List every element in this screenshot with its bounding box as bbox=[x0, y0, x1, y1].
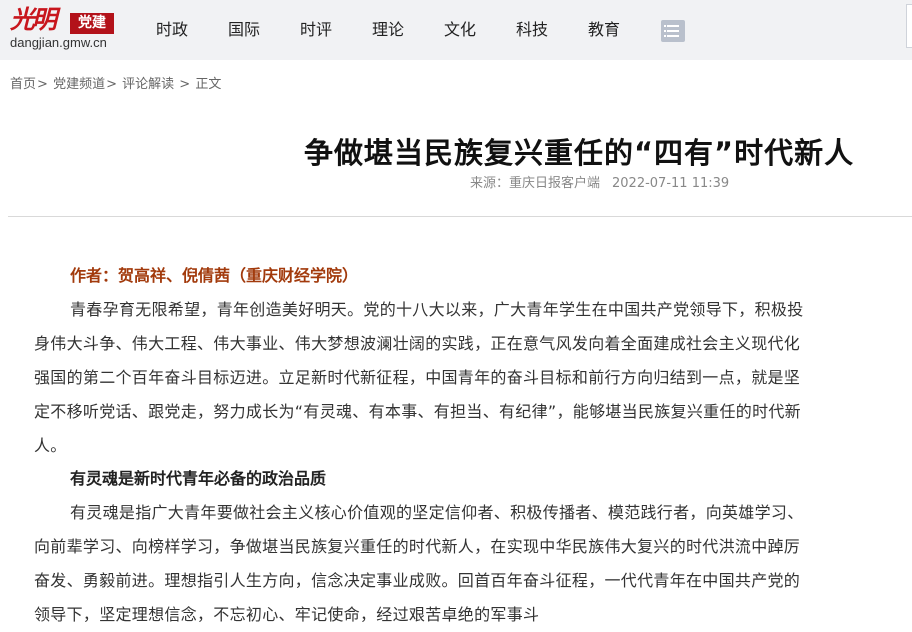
article-datetime: 2022-07-11 11:39 bbox=[612, 176, 730, 191]
breadcrumb-separator: > bbox=[179, 77, 191, 92]
article-title: 争做堪当民族复兴重任的“四有”时代新人 bbox=[304, 136, 855, 171]
nav-item-education[interactable]: 教育 bbox=[588, 20, 620, 40]
breadcrumb-current: 正文 bbox=[195, 77, 222, 92]
article-paragraph: 有灵魂是指广大青年要做社会主义核心价值观的坚定信仰者、积极传播者、模范践行者，向… bbox=[34, 503, 804, 624]
breadcrumb-party-channel[interactable]: 党建频道 bbox=[53, 77, 105, 92]
article-author: 作者：贺高祥、倪倩茜（重庆财经学院） bbox=[70, 266, 359, 285]
nav-item-international[interactable]: 国际 bbox=[228, 20, 260, 40]
logo-domain: dangjian.gmw.cn bbox=[10, 35, 107, 50]
nav-item-theory[interactable]: 理论 bbox=[372, 20, 404, 40]
header-side-panel bbox=[906, 4, 912, 48]
title-divider bbox=[8, 216, 912, 217]
article-body: 作者：贺高祥、倪倩茜（重庆财经学院） 青春孕育无限希望，青年创造美好明天。党的十… bbox=[34, 262, 814, 632]
nav-item-culture[interactable]: 文化 bbox=[444, 20, 476, 40]
article-paragraph: 青春孕育无限希望，青年创造美好明天。党的十八大以来，广大青年学生在中国共产党领导… bbox=[34, 300, 804, 455]
article-source: 来源：重庆日报客户端 bbox=[470, 176, 601, 191]
breadcrumb-home[interactable]: 首页 bbox=[10, 77, 36, 92]
breadcrumb-separator: > bbox=[106, 77, 117, 92]
article-meta: 来源：重庆日报客户端 2022-07-11 11:39 bbox=[470, 176, 729, 192]
nav-item-politics[interactable]: 时政 bbox=[156, 20, 188, 40]
list-menu-icon[interactable] bbox=[661, 20, 685, 42]
breadcrumb-separator: > bbox=[37, 77, 48, 92]
nav-item-commentary[interactable]: 时评 bbox=[300, 20, 332, 40]
logo-badge: 党建 bbox=[70, 13, 114, 34]
logo-mark: 光明 bbox=[10, 5, 57, 34]
section-heading: 有灵魂是新时代青年必备的政治品质 bbox=[70, 469, 327, 488]
breadcrumb: 首页> 党建频道> 评论解读 > 正文 bbox=[10, 77, 221, 93]
site-logo[interactable]: 光明 党建 dangjian.gmw.cn bbox=[8, 5, 114, 54]
top-navigation-bar: 光明 党建 dangjian.gmw.cn 时政 国际 时评 理论 文化 科技 … bbox=[0, 0, 912, 60]
nav-item-technology[interactable]: 科技 bbox=[516, 20, 548, 40]
breadcrumb-commentary[interactable]: 评论解读 bbox=[122, 77, 174, 92]
